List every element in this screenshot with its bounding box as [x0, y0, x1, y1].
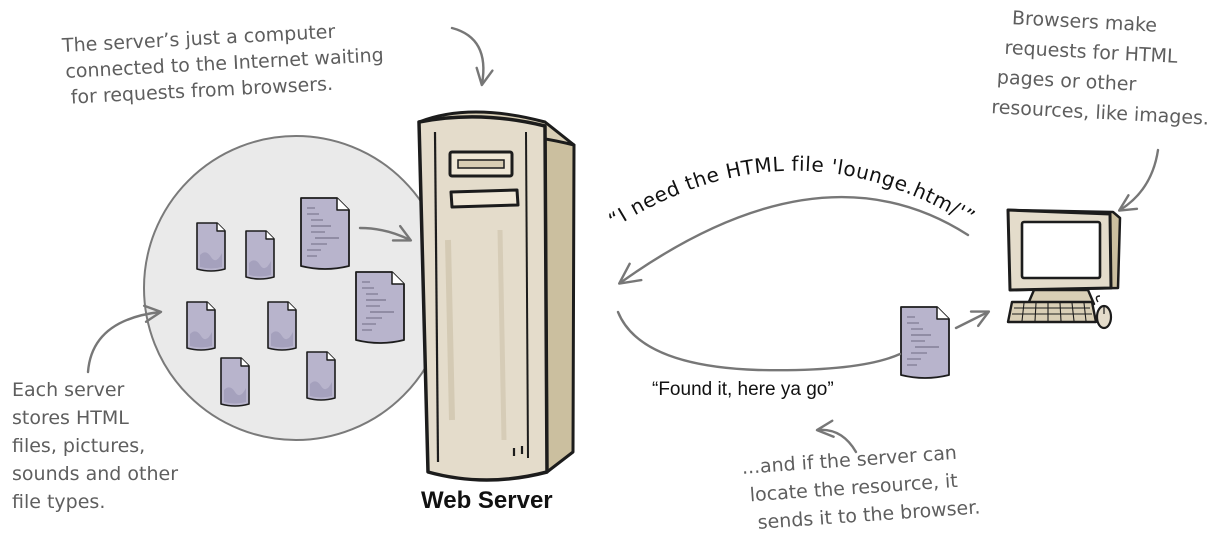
- request-quote-text: “I need the HTML file 'lounge.htm/'”: [604, 152, 979, 232]
- document-icon: [300, 197, 350, 270]
- document-icon: [196, 222, 226, 272]
- browser-note-line: requests for HTML: [1004, 37, 1179, 68]
- server-note: The server’s just a computer connected t…: [60, 21, 384, 109]
- web-server-diagram: The server’s just a computer connected t…: [12, 7, 1210, 534]
- web-server-tower: [417, 110, 576, 482]
- keyboard-icon: [1006, 300, 1098, 324]
- storage-note-line: file types.: [12, 491, 105, 513]
- request-quote: “I need the HTML file 'lounge.htm/'”: [604, 152, 979, 232]
- browser-note-line: pages or other: [996, 66, 1137, 95]
- storage-note-line: sounds and other: [12, 463, 178, 485]
- document-icon: [306, 351, 336, 401]
- storage-note-line: files, pictures,: [12, 435, 145, 457]
- document-icon: [245, 230, 275, 280]
- response-arrow-right: [954, 310, 991, 330]
- storage-note-line: stores HTML: [12, 407, 129, 429]
- response-note: ...and if the server can locate the reso…: [741, 442, 981, 534]
- browser-note-arrow: [1117, 148, 1160, 212]
- server-note-arrow: [450, 26, 494, 87]
- document-icon: [900, 306, 950, 379]
- document-icon: [267, 301, 297, 351]
- browser-note-line: Browsers make: [1012, 7, 1158, 37]
- document-icon: [355, 271, 405, 344]
- request-arrow: [617, 195, 970, 285]
- web-server-label: Web Server: [421, 487, 553, 514]
- response-quote: “Found it, here ya go”: [652, 379, 834, 400]
- storage-note-line: Each server: [12, 379, 125, 401]
- storage-note: Each server stores HTML files, pictures,…: [12, 379, 178, 513]
- desktop-computer: [1006, 208, 1122, 306]
- document-icon: [220, 357, 250, 407]
- response-arrow-left: [616, 310, 902, 372]
- document-icon: [186, 301, 216, 351]
- mouse-icon: [1095, 295, 1113, 330]
- browser-note-line: resources, like images.: [991, 96, 1210, 129]
- browser-note: Browsers make requests for HTML pages or…: [991, 7, 1210, 129]
